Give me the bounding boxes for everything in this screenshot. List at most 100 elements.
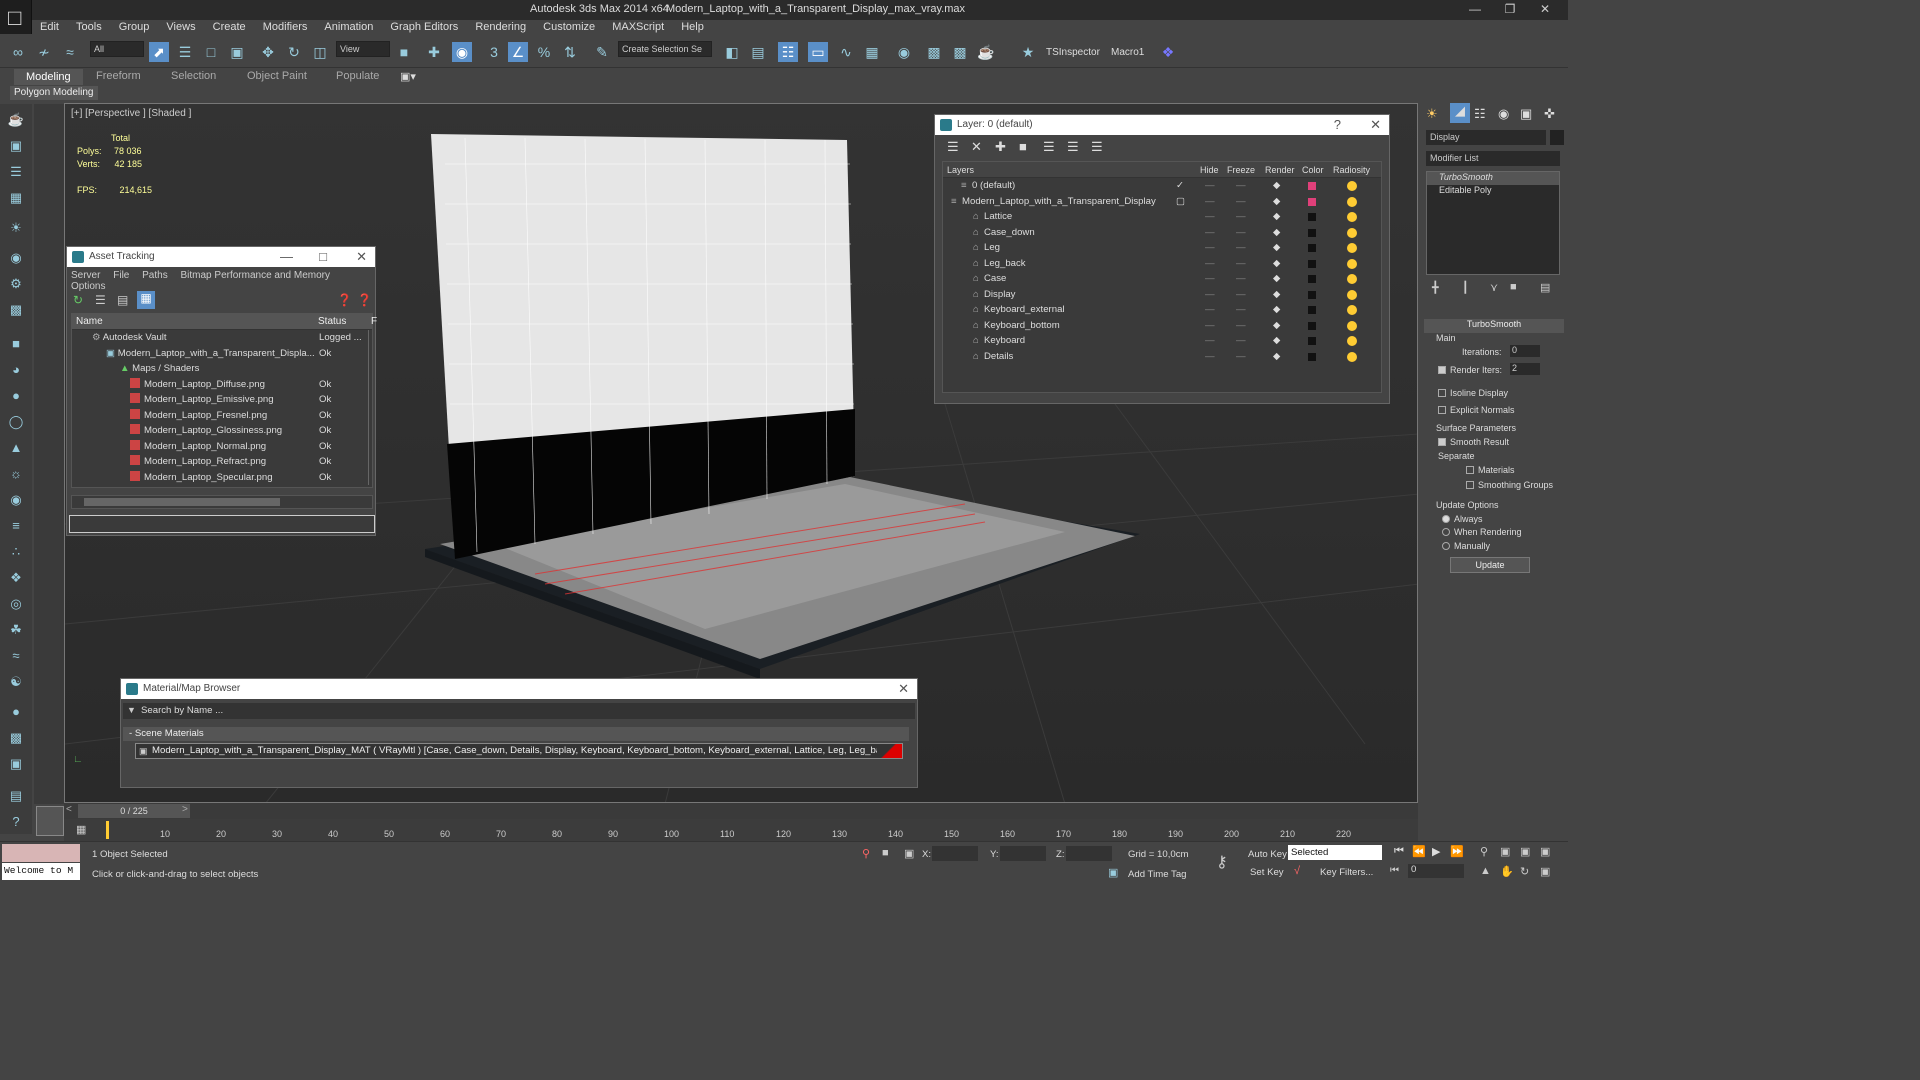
col-render[interactable]: Render [1265,162,1295,178]
select-by-name-icon[interactable]: ☰ [175,42,195,62]
set-key-button[interactable]: Set Key [1250,867,1284,878]
window-crossing-icon[interactable]: ▣ [227,42,247,62]
freeze-all-icon[interactable]: ☰ [1091,139,1103,155]
align-icon[interactable]: ▤ [748,42,768,62]
named-selection-sets-dropdown[interactable]: Create Selection Se [618,41,712,57]
isolate-icon[interactable]: ⚲ [862,847,870,860]
schematic-view-icon[interactable]: ▦ [862,42,882,62]
lock-icon[interactable]: ■ [882,847,889,859]
film-icon[interactable]: ▩ [6,302,26,320]
material-editor-icon[interactable]: ◉ [894,42,914,62]
prev-key-icon[interactable]: ⏪ [1412,845,1426,858]
object-name-field[interactable]: Display [1426,130,1546,145]
menu-group[interactable]: Group [111,20,156,33]
monitor-icon[interactable]: ▣ [6,138,26,156]
freeze-toggle[interactable]: — [1236,287,1246,303]
maxscript-mini-listener[interactable]: Welcome to M [2,863,80,880]
prev-frame-icon[interactable]: < [66,804,72,815]
pan-icon[interactable]: ✋ [1500,865,1514,878]
reference-coord-dropdown[interactable]: View [336,41,390,57]
layer-help-icon[interactable]: ? [1334,115,1341,135]
freeze-toggle[interactable]: — [1236,178,1246,194]
table-row[interactable]: Modern_Laptop_Normal.png Ok [72,438,372,454]
tab-modeling[interactable]: Modeling [14,69,83,85]
layer-row[interactable]: ⌂ Details — — ◆ [943,349,1381,365]
layer-row[interactable]: ≡ 0 (default) ✓ — — ◆ [943,178,1381,194]
viewport-label[interactable]: [+] [Perspective ] [Shaded ] [71,108,191,119]
next-frame-icon[interactable]: > [182,804,188,815]
smooth-result-row[interactable]: Smooth Result [1438,437,1509,447]
hide-toggle[interactable]: — [1205,225,1215,241]
make-unique-icon[interactable]: ⋎ [1490,281,1498,294]
maximize-viewport-icon[interactable]: ▣ [1540,865,1550,878]
dome-icon[interactable]: ◕ [6,362,26,380]
curve-editor-icon[interactable]: ▦ [76,823,86,836]
asset-path-field[interactable] [69,515,375,533]
smoothing-groups-row[interactable]: Smoothing Groups [1466,480,1553,490]
layer-row[interactable]: ⌂ Lattice — — ◆ [943,209,1381,225]
layer-row[interactable]: ⌂ Keyboard_bottom — — ◆ [943,318,1381,334]
radiosity-bulb-icon[interactable] [1347,243,1357,253]
rendered-frame-window-icon[interactable]: ▩ [950,42,970,62]
freeze-toggle[interactable]: — [1236,256,1246,272]
hide-toggle[interactable]: — [1205,287,1215,303]
col-extra[interactable]: F [371,314,377,330]
render-toggle-icon[interactable]: ◆ [1273,302,1280,318]
frame-counter[interactable]: 0 / 225 [78,804,190,818]
z-coordinate-field[interactable] [1066,846,1112,861]
play-icon[interactable]: ▶ [1432,845,1440,858]
delete-layer-icon[interactable]: ✕ [971,139,982,155]
isoline-row[interactable]: Isoline Display [1438,388,1508,398]
zoom-extents-all-icon[interactable]: ▣ [1540,845,1550,858]
layer-row[interactable]: ⌂ Case_down — — ◆ [943,225,1381,241]
render-toggle-icon[interactable]: ◆ [1273,271,1280,287]
freeze-toggle[interactable]: — [1236,240,1246,256]
render-toggle-icon[interactable]: ◆ [1273,318,1280,334]
radiosity-bulb-icon[interactable] [1347,274,1357,284]
ruler-icon[interactable]: ≡ [6,518,26,536]
menu-maxscript[interactable]: MAXScript [604,20,670,33]
key-curve-icon[interactable]: √ [1294,865,1300,877]
keyboard-shortcut-override-icon[interactable]: ◉ [452,42,472,62]
layer-color-swatch[interactable] [1308,306,1316,314]
link-icon[interactable]: ∞ [8,42,28,62]
freeze-toggle[interactable]: — [1236,349,1246,365]
pin-stack-icon[interactable]: ╋ [1432,281,1439,294]
col-hide[interactable]: Hide [1200,162,1219,178]
angle-snap-icon[interactable]: ∠ [508,42,528,62]
current-frame-field[interactable]: 0 [1408,864,1464,878]
refresh-icon[interactable]: ↻ [73,293,83,307]
hide-all-icon[interactable]: ☰ [1067,139,1079,155]
app-logo[interactable]: □ [0,0,32,34]
tsinspector-icon[interactable]: ★ [1018,42,1038,62]
vray-icon[interactable]: ▣ [6,756,26,774]
teapot-icon[interactable]: ☕ [6,112,26,130]
minimize-button[interactable]: — [1460,2,1490,18]
table-row[interactable]: Modern_Laptop_Refract.png Ok [72,454,372,470]
zoom-extents-icon[interactable]: ▣ [1520,845,1530,858]
gear-icon[interactable]: ⚙ [6,276,26,294]
menu-views[interactable]: Views [158,20,201,33]
materials-row[interactable]: Materials [1466,465,1515,475]
mirror-icon[interactable]: ◧ [722,42,742,62]
always-row[interactable]: Always [1442,514,1483,524]
col-layers[interactable]: Layers [947,162,974,178]
hide-toggle[interactable]: — [1205,209,1215,225]
bone-icon[interactable]: ❖ [6,570,26,588]
menu-animation[interactable]: Animation [316,20,379,33]
unlink-icon[interactable]: ≁ [34,42,54,62]
absolute-mode-icon[interactable]: ▣ [904,847,914,860]
radiosity-bulb-icon[interactable] [1347,212,1357,222]
explicit-normals-row[interactable]: Explicit Normals [1438,405,1515,415]
turbosmooth-rollout-title[interactable]: TurboSmooth [1424,319,1564,333]
scrollbar-thumb[interactable] [84,498,280,506]
explicit-normals-checkbox[interactable] [1438,406,1446,414]
ribbon-options-icon[interactable]: ▣▾ [400,70,416,83]
menu-edit[interactable]: Edit [32,20,65,33]
manage-layers-icon[interactable]: ☷ [778,42,798,62]
key-mode-icon[interactable]: ⏮ [1390,865,1399,876]
asset-menu-server[interactable]: Server [71,270,100,281]
active-layer-box-icon[interactable]: ▢ [1176,194,1185,210]
menu-modifiers[interactable]: Modifiers [255,20,314,33]
set-key-icon[interactable]: ⚷ [1216,852,1228,872]
